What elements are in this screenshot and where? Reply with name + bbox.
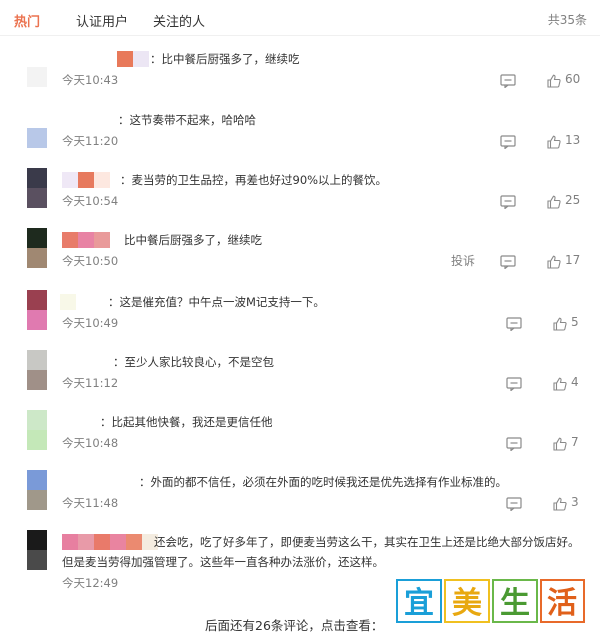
reply-icon[interactable] [500, 194, 516, 210]
like-count: 17 [565, 253, 581, 267]
avatar[interactable] [27, 410, 47, 450]
comment-item: ：这是催充值？中午点一波M记支持一下。今天10:49 5 [0, 290, 600, 348]
avatar[interactable] [27, 530, 47, 570]
avatar[interactable] [27, 228, 47, 268]
like-icon[interactable] [547, 134, 561, 149]
watermark-char: 活 [547, 586, 577, 621]
comment-text: ：这节奏带不起来，哈哈哈 [118, 113, 256, 127]
avatar[interactable] [27, 47, 47, 87]
like-icon[interactable] [547, 254, 561, 269]
avatar[interactable] [27, 168, 47, 208]
comment-text: ：比中餐后厨强多了，继续吃 [150, 52, 300, 66]
comment-item: 比中餐后厨强多了，继续吃 今天10:50 投诉 17 [0, 228, 600, 286]
reply-icon[interactable] [506, 316, 522, 332]
comment-time: 今天12:49 [62, 576, 119, 590]
reply-icon[interactable] [506, 436, 522, 452]
reply-icon[interactable] [506, 376, 522, 392]
avatar[interactable] [27, 470, 47, 510]
like-count: 25 [565, 193, 581, 207]
like-icon[interactable] [553, 496, 567, 511]
comment-time: 今天10:48 [62, 436, 119, 450]
comment-item: ：外面的都不信任，必须在外面的吃时候我还是优先选择有作业标准的。今天11:48 3 [0, 470, 600, 528]
reply-icon[interactable] [500, 73, 516, 89]
like-count: 60 [565, 72, 581, 86]
tab-verified-users[interactable]: 认证用户 [76, 11, 128, 30]
divider [0, 35, 600, 36]
comment-time: 今天11:20 [62, 134, 119, 148]
reply-icon[interactable] [500, 254, 516, 270]
like-icon[interactable] [553, 376, 567, 391]
tab-following[interactable]: 关注的人 [153, 11, 205, 30]
comment-text: 比中餐后厨强多了，继续吃 [124, 233, 262, 247]
comment-text: ：至少人家比较良心，不是空包 [113, 355, 274, 369]
username-mosaic[interactable] [62, 172, 110, 188]
reply-icon[interactable] [506, 496, 522, 512]
comment-time: 今天11:12 [62, 376, 119, 390]
comment-item: ：至少人家比较良心，不是空包今天11:12 4 [0, 350, 600, 408]
comment-text: 但是麦当劳得加强管理了。这些年一直各种办法涨价，还这样。 [62, 555, 384, 569]
comment-item: ：这节奏带不起来，哈哈哈今天11:20 13 [0, 108, 600, 166]
avatar[interactable] [27, 290, 47, 330]
comment-text: ：比起其他快餐，我还是更信任他 [100, 415, 273, 429]
like-count: 13 [565, 133, 581, 147]
comment-tabs: 热门 认证用户 关注的人 共35条 [0, 0, 600, 36]
like-icon[interactable] [547, 73, 561, 88]
avatar[interactable] [27, 350, 47, 390]
username-mosaic[interactable] [62, 534, 158, 550]
comment-text: ：麦当劳的卫生品控，再差也好过90%以上的餐饮。 [120, 173, 388, 187]
like-count: 5 [571, 315, 579, 329]
username-mosaic[interactable] [60, 294, 76, 310]
like-icon[interactable] [547, 194, 561, 209]
comment-time: 今天10:54 [62, 194, 119, 208]
comment-item: ：比中餐后厨强多了，继续吃今天10:43 60 [0, 47, 600, 105]
username-mosaic[interactable] [117, 51, 149, 67]
reply-icon[interactable] [500, 134, 516, 150]
watermark-logo: 宜 美 生 活 [396, 579, 585, 623]
comment-item: ：比起其他快餐，我还是更信任他今天10:48 7 [0, 410, 600, 468]
watermark-char: 宜 [404, 586, 434, 621]
comment-time: 今天10:50 [62, 254, 119, 268]
avatar[interactable] [27, 108, 47, 148]
watermark-char: 生 [500, 586, 530, 621]
comment-time: 今天10:43 [62, 73, 119, 87]
comment-time: 今天10:49 [62, 316, 119, 330]
watermark-char: 美 [452, 586, 482, 621]
like-count: 3 [571, 495, 579, 509]
like-count: 7 [571, 435, 579, 449]
like-icon[interactable] [553, 436, 567, 451]
report-button[interactable]: 投诉 [451, 252, 475, 269]
like-icon[interactable] [553, 316, 567, 331]
username-mosaic[interactable] [62, 232, 110, 248]
more-comments-link[interactable]: 后面还有26条评论，点击查看： [205, 615, 383, 634]
tab-hot[interactable]: 热门 [14, 11, 40, 30]
comment-text: 还会吃，吃了好多年了，即便麦当劳这么干，其实在卫生上还是比绝大部分饭店好。 [154, 535, 580, 549]
like-count: 4 [571, 375, 579, 389]
comment-text: ：外面的都不信任，必须在外面的吃时候我还是优先选择有作业标准的。 [139, 475, 507, 489]
total-count: 共35条 [547, 13, 587, 27]
comment-text: ：这是催充值？中午点一波M记支持一下。 [108, 295, 325, 309]
comment-time: 今天11:48 [62, 496, 119, 510]
comment-item: ：麦当劳的卫生品控，再差也好过90%以上的餐饮。 今天10:54 25 [0, 168, 600, 226]
